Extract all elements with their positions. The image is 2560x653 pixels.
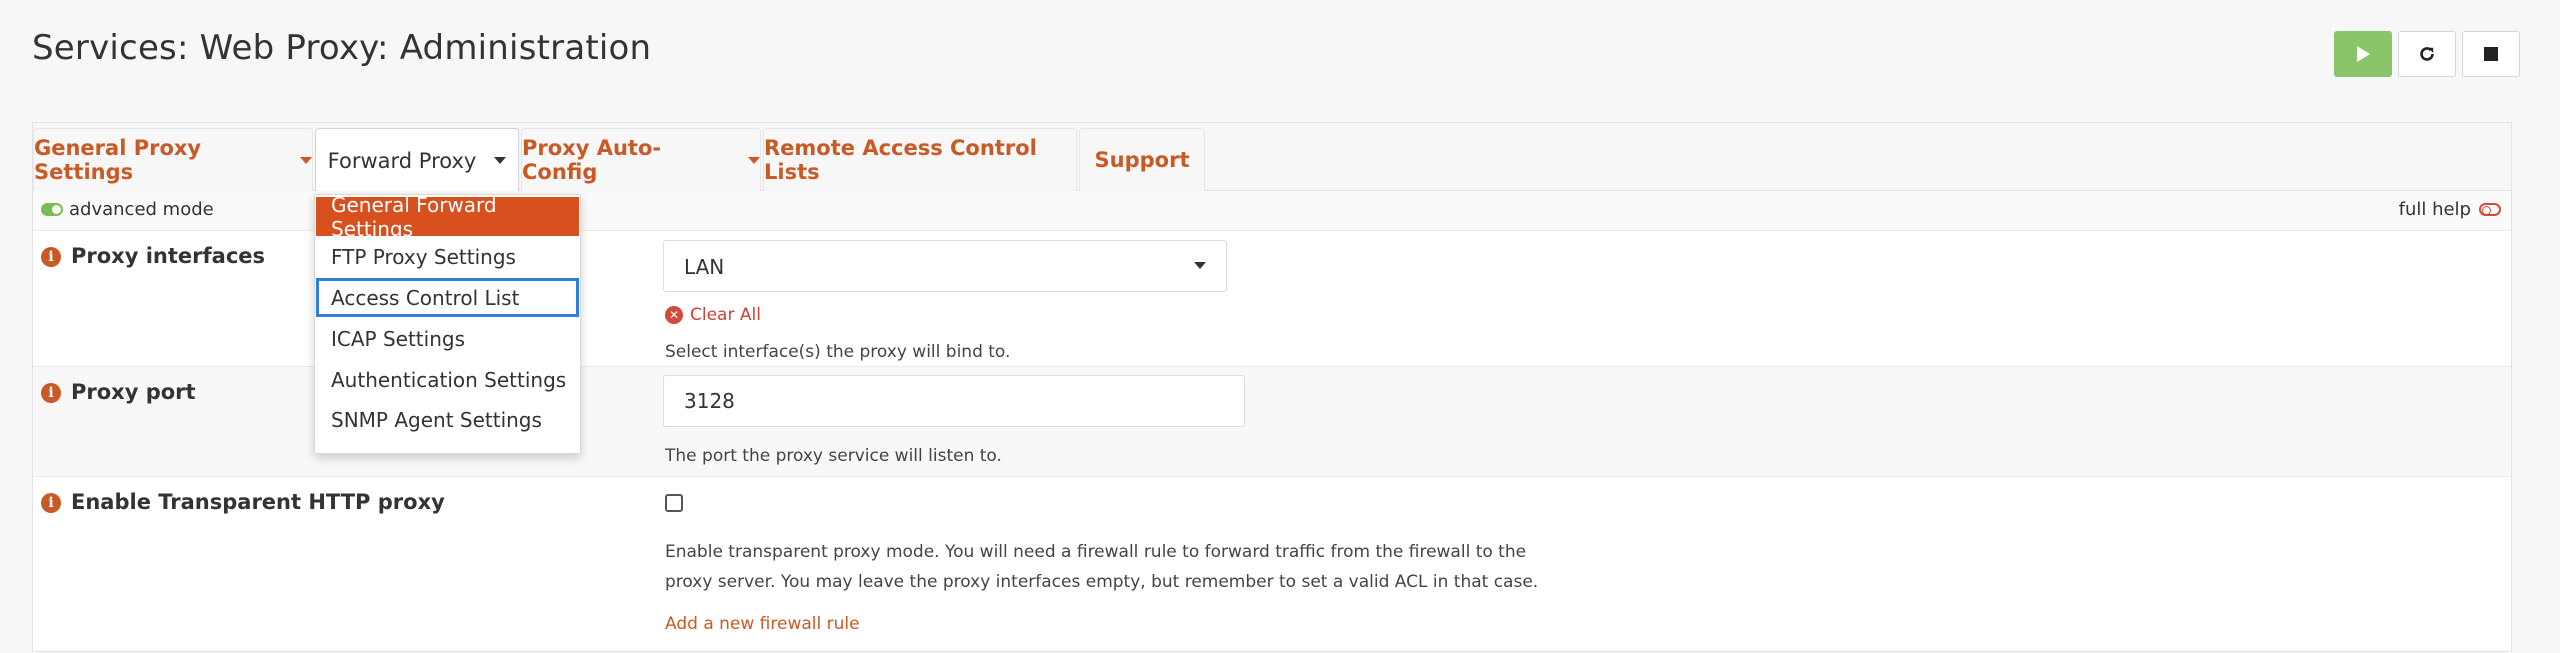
info-icon[interactable]: i: [41, 493, 61, 513]
caret-down-icon: [748, 156, 760, 164]
tab-forward-proxy[interactable]: Forward Proxy: [315, 128, 519, 192]
start-service-button[interactable]: [2334, 31, 2392, 77]
tab-label: Support: [1094, 148, 1190, 172]
advanced-mode-label: advanced mode: [69, 199, 214, 220]
stop-service-button[interactable]: [2462, 31, 2520, 77]
selected-value: LAN: [684, 255, 725, 279]
proxy-interfaces-help: Select interface(s) the proxy will bind …: [665, 342, 1011, 362]
menu-item-ftp-proxy-settings[interactable]: FTP Proxy Settings: [316, 237, 579, 276]
play-icon: [2357, 46, 2370, 62]
proxy-port-input[interactable]: [663, 375, 1245, 427]
menu-item-authentication-settings[interactable]: Authentication Settings: [316, 360, 579, 399]
proxy-interfaces-label: Proxy interfaces: [71, 244, 266, 268]
help-line: proxy server. You may leave the proxy in…: [665, 572, 1539, 592]
menu-item-icap-settings[interactable]: ICAP Settings: [316, 319, 579, 358]
transparent-http-row: i Enable Transparent HTTP proxy Enable t…: [33, 477, 2511, 653]
tab-label: Proxy Auto-Config: [522, 136, 662, 184]
forward-proxy-dropdown-menu: General Forward Settings FTP Proxy Setti…: [314, 193, 581, 454]
stop-icon: [2484, 47, 2498, 61]
caret-down-icon: [494, 157, 507, 164]
info-icon[interactable]: i: [41, 383, 61, 403]
clear-all-link[interactable]: ✕ Clear All: [665, 305, 761, 325]
menu-item-general-forward-settings[interactable]: General Forward Settings: [316, 193, 579, 241]
help-line: Enable transparent proxy mode. You will …: [665, 542, 1527, 562]
tab-remote-access-control-lists[interactable]: Remote Access Control Lists: [763, 128, 1077, 191]
tab-support[interactable]: Support: [1079, 128, 1205, 191]
full-help-toggle[interactable]: [2479, 203, 2501, 216]
close-circle-icon: ✕: [665, 306, 683, 324]
menu-item-access-control-list[interactable]: Access Control List: [316, 278, 579, 317]
proxy-port-help: The port the proxy service will listen t…: [665, 446, 1002, 466]
clear-all-label: Clear All: [690, 305, 761, 325]
service-controls: [2334, 31, 2520, 77]
tab-bar: General Proxy Settings Forward Proxy Pro…: [33, 123, 2511, 192]
transparent-http-help: Enable transparent proxy mode. You will …: [665, 537, 1538, 597]
add-firewall-rule-link[interactable]: Add a new firewall rule: [665, 614, 860, 634]
proxy-interfaces-select[interactable]: LAN: [663, 240, 1227, 292]
advanced-mode-toggle[interactable]: [41, 203, 63, 216]
caret-down-icon: [1194, 262, 1206, 269]
proxy-port-label: Proxy port: [71, 380, 196, 404]
transparent-http-label: Enable Transparent HTTP proxy: [71, 490, 445, 514]
tab-label: Forward Proxy: [327, 148, 477, 173]
tab-label: Remote Access Control Lists: [764, 136, 1037, 184]
tab-general-proxy-settings[interactable]: General Proxy Settings: [33, 128, 313, 191]
tab-label: General Proxy Settings: [34, 136, 202, 184]
menu-item-snmp-agent-settings[interactable]: SNMP Agent Settings: [316, 400, 579, 439]
tab-proxy-auto-config[interactable]: Proxy Auto-Config: [521, 128, 761, 191]
caret-down-icon: [300, 156, 312, 164]
page-title: Services: Web Proxy: Administration: [32, 28, 652, 68]
full-help-label: full help: [2398, 199, 2471, 220]
refresh-icon: [2420, 47, 2434, 61]
transparent-http-checkbox[interactable]: [665, 494, 683, 512]
info-icon[interactable]: i: [41, 247, 61, 267]
restart-service-button[interactable]: [2398, 31, 2456, 77]
